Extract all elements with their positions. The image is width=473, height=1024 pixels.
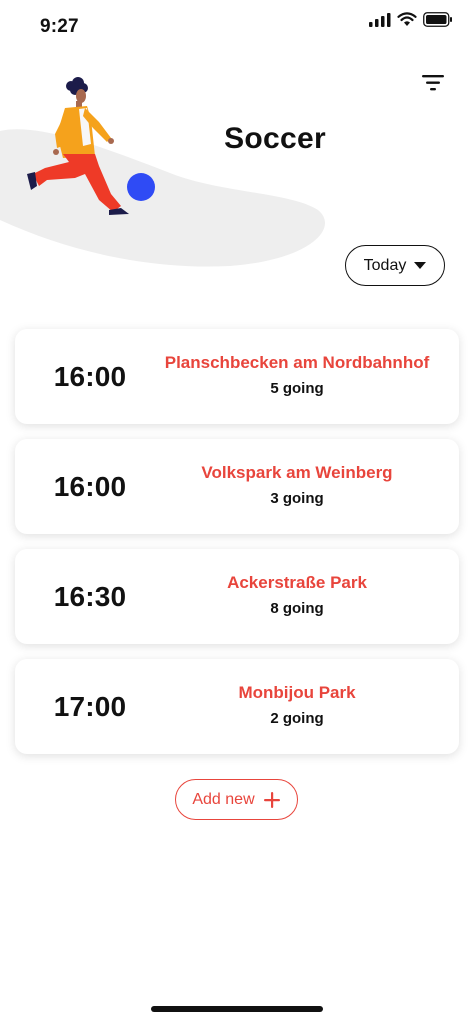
date-filter-dropdown[interactable]: Today xyxy=(345,245,445,286)
signal-icon xyxy=(369,12,391,27)
session-card[interactable]: 16:30 Ackerstraße Park 8 going xyxy=(15,549,459,644)
session-time: 17:00 xyxy=(53,690,127,722)
session-going-count: 2 going xyxy=(270,710,324,727)
session-location: Monbijou Park xyxy=(238,683,356,702)
status-bar: 9:27 xyxy=(0,0,473,54)
session-time: 16:30 xyxy=(53,580,127,612)
plus-icon xyxy=(263,791,280,808)
wifi-icon xyxy=(397,12,417,26)
session-location: Planschbecken am Nordbahnhof xyxy=(164,353,430,372)
session-time: 16:00 xyxy=(53,360,127,392)
filter-icon[interactable] xyxy=(418,70,448,96)
status-icons xyxy=(369,12,453,27)
add-new-label: Add new xyxy=(192,790,255,808)
page-title: Soccer xyxy=(224,122,326,155)
session-going-count: 8 going xyxy=(270,600,324,617)
date-filter-label: Today xyxy=(363,256,407,274)
home-indicator[interactable] xyxy=(151,1006,323,1012)
session-card[interactable]: 17:00 Monbijou Park 2 going xyxy=(15,659,459,754)
session-time: 16:00 xyxy=(53,470,127,502)
status-time: 9:27 xyxy=(40,16,79,37)
battery-icon xyxy=(423,12,452,27)
session-card[interactable]: 16:00 Planschbecken am Nordbahnhof 5 goi… xyxy=(15,329,459,424)
session-going-count: 3 going xyxy=(270,490,324,507)
session-location: Ackerstraße Park xyxy=(227,573,367,592)
caret-down-icon xyxy=(414,262,427,269)
session-going-count: 5 going xyxy=(270,380,324,397)
session-list: 16:00 Planschbecken am Nordbahnhof 5 goi… xyxy=(15,329,459,769)
ball-icon xyxy=(127,173,155,201)
add-new-button[interactable]: Add new xyxy=(175,779,298,820)
soccer-player-illustration xyxy=(27,77,155,215)
session-card[interactable]: 16:00 Volkspark am Weinberg 3 going xyxy=(15,439,459,534)
session-location: Volkspark am Weinberg xyxy=(201,463,393,482)
